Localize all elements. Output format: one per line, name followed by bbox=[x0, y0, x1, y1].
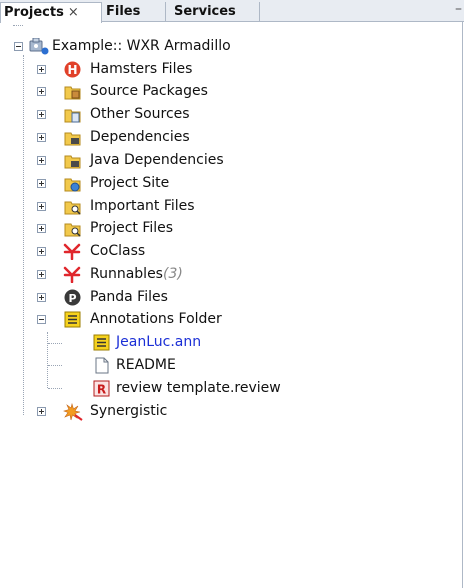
tree-item-project-site[interactable]: Project Site bbox=[0, 173, 400, 193]
runnables-label: Runnables bbox=[90, 266, 163, 282]
tree-item-annotations-folder[interactable]: Annotations Folder bbox=[0, 309, 400, 329]
tab-projects[interactable]: Projects × bbox=[0, 2, 102, 23]
tree-item-source-packages[interactable]: Source Packages bbox=[0, 81, 400, 101]
annotation-file-icon bbox=[93, 334, 110, 351]
annotations-folder-icon bbox=[64, 311, 81, 328]
expand-toggle[interactable] bbox=[37, 247, 46, 256]
expand-toggle[interactable] bbox=[37, 407, 46, 416]
expand-toggle[interactable] bbox=[37, 156, 46, 165]
tree-item-runnables[interactable]: Runnables(3) bbox=[0, 264, 400, 284]
tree-item-label: Source Packages bbox=[90, 83, 208, 99]
source-packages-icon bbox=[64, 83, 81, 100]
project-files-icon bbox=[64, 220, 81, 237]
dependencies-icon bbox=[64, 129, 81, 146]
tree-item-java-dependencies[interactable]: Java Dependencies bbox=[0, 150, 400, 170]
expand-toggle[interactable] bbox=[37, 270, 46, 279]
tree-item-panda-files[interactable]: P Panda Files bbox=[0, 287, 400, 307]
expand-toggle[interactable] bbox=[37, 110, 46, 119]
tree-item-label: Runnables(3) bbox=[90, 264, 183, 284]
tree-item-important-files[interactable]: Important Files bbox=[0, 196, 400, 216]
collapse-toggle[interactable] bbox=[14, 42, 23, 51]
tree-item-label: JeanLuc.ann bbox=[116, 334, 202, 350]
svg-text:P: P bbox=[68, 292, 76, 305]
expand-toggle[interactable] bbox=[37, 179, 46, 188]
minimize-icon[interactable]: – bbox=[455, 1, 462, 17]
tree-item-label: Project Files bbox=[90, 220, 174, 236]
runnables-icon bbox=[63, 266, 81, 284]
tab-services-label: Services bbox=[174, 4, 236, 19]
tree-item-label: review template.review bbox=[116, 380, 281, 396]
tree-item-synergistic[interactable]: Synergistic bbox=[0, 401, 400, 421]
tree-item-label: Java Dependencies bbox=[90, 152, 224, 168]
tab-files-label: Files bbox=[106, 4, 141, 19]
review-file-icon: R bbox=[93, 380, 110, 397]
tree-item-label: Synergistic bbox=[90, 403, 168, 419]
panda-p-icon: P bbox=[64, 289, 81, 306]
tab-bar: Projects × Files Services – bbox=[0, 0, 464, 23]
tree-root-node[interactable]: Example:: WXR Armadillo bbox=[0, 36, 400, 56]
tree-item-label: Dependencies bbox=[90, 129, 190, 145]
document-icon bbox=[93, 357, 109, 374]
tree-item-other-sources[interactable]: Other Sources bbox=[0, 104, 400, 124]
tree-item-coclass[interactable]: CoClass bbox=[0, 241, 400, 261]
project-folder-icon bbox=[28, 37, 52, 55]
tree-item-label: Hamsters Files bbox=[90, 61, 193, 77]
collapse-toggle[interactable] bbox=[37, 315, 46, 324]
tree-item-label: README bbox=[116, 357, 176, 373]
coclass-icon bbox=[63, 243, 81, 261]
hamster-h-icon: H bbox=[64, 61, 81, 78]
tree-item-label: Project Site bbox=[90, 175, 170, 191]
tree-item-jeanluc-ann[interactable]: JeanLuc.ann bbox=[0, 332, 400, 352]
tree-item-label: CoClass bbox=[90, 243, 146, 259]
tab-files[interactable]: Files bbox=[103, 2, 166, 22]
expand-toggle[interactable] bbox=[37, 224, 46, 233]
tab-projects-label: Projects bbox=[4, 5, 64, 20]
expand-toggle[interactable] bbox=[37, 87, 46, 96]
other-sources-icon bbox=[64, 106, 81, 123]
tree-item-label: Annotations Folder bbox=[90, 311, 222, 327]
expand-toggle[interactable] bbox=[37, 293, 46, 302]
tree-item-hamsters-files[interactable]: H Hamsters Files bbox=[0, 59, 400, 79]
project-site-icon bbox=[64, 175, 81, 192]
tree-item-project-files[interactable]: Project Files bbox=[0, 218, 400, 238]
synergistic-icon bbox=[63, 402, 83, 421]
tab-services[interactable]: Services bbox=[167, 2, 260, 22]
tree-guide-line bbox=[13, 25, 23, 26]
runnables-count: (3) bbox=[162, 266, 183, 282]
close-icon[interactable]: × bbox=[68, 5, 79, 20]
svg-text:R: R bbox=[97, 383, 106, 397]
important-files-icon bbox=[64, 198, 81, 215]
tree-item-review-template[interactable]: R review template.review bbox=[0, 378, 400, 398]
expand-toggle[interactable] bbox=[37, 133, 46, 142]
projects-panel: Example:: WXR Armadillo H Hamsters Files… bbox=[0, 22, 463, 588]
tree-item-label: Panda Files bbox=[90, 289, 168, 305]
tree-item-label: Important Files bbox=[90, 198, 195, 214]
expand-toggle[interactable] bbox=[37, 202, 46, 211]
expand-toggle[interactable] bbox=[37, 65, 46, 74]
java-dependencies-icon bbox=[64, 152, 81, 169]
tree-root-label: Example:: WXR Armadillo bbox=[52, 38, 231, 54]
svg-text:H: H bbox=[67, 63, 77, 77]
tree-item-label: Other Sources bbox=[90, 106, 190, 122]
tree-item-readme[interactable]: README bbox=[0, 355, 400, 375]
tree-item-dependencies[interactable]: Dependencies bbox=[0, 127, 400, 147]
